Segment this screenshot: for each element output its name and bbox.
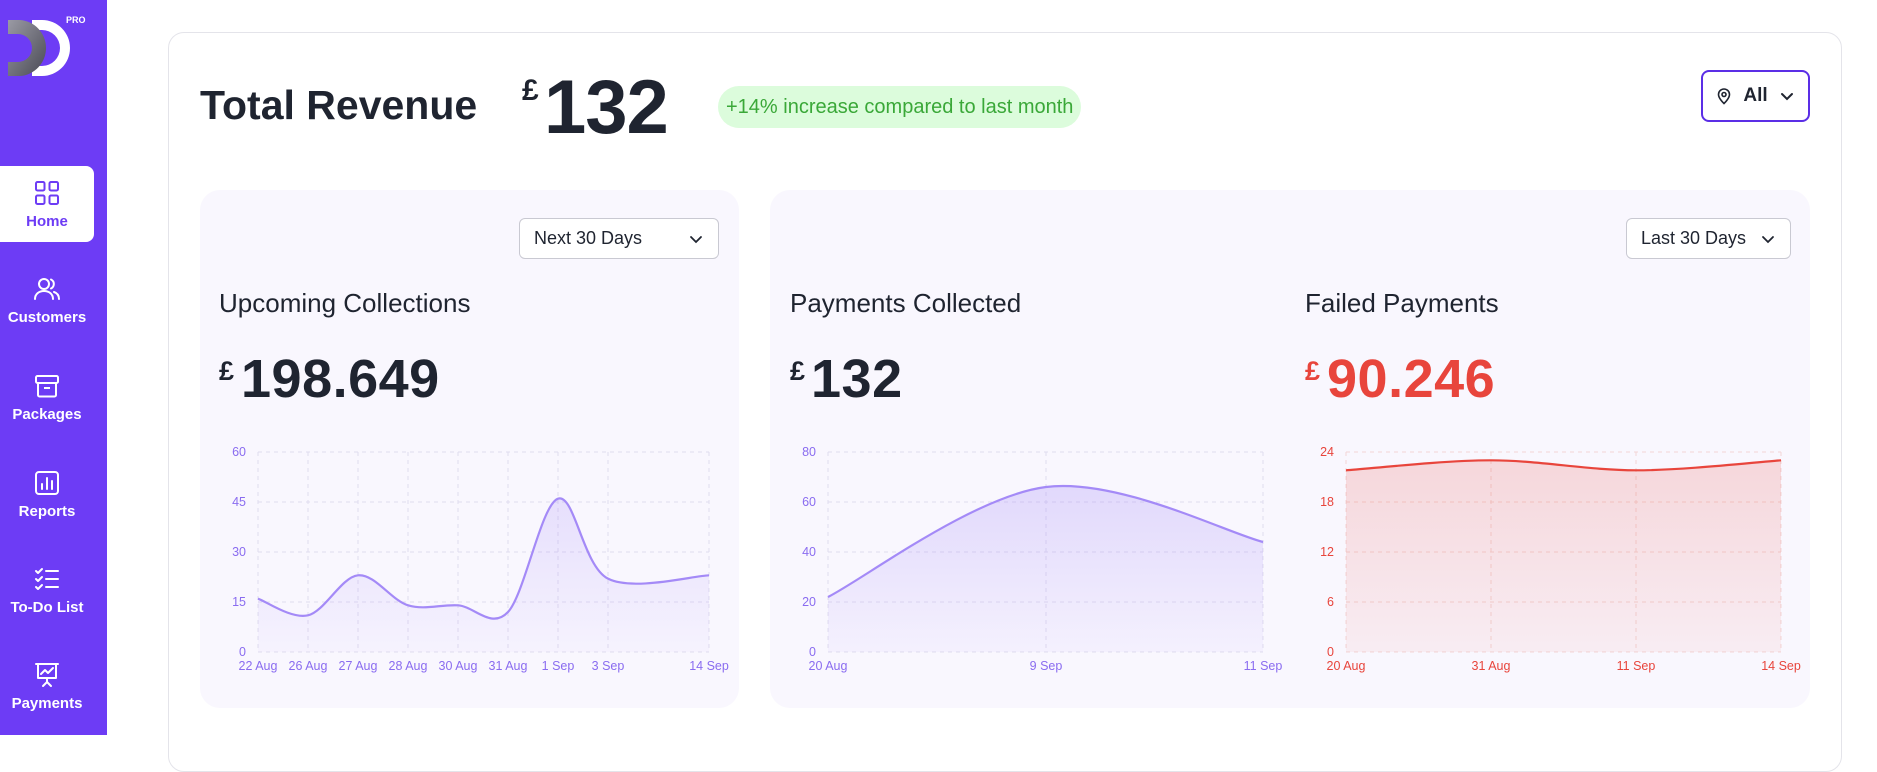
x-tick-label: 30 Aug [439, 659, 478, 673]
x-tick-label: 27 Aug [339, 659, 378, 673]
y-tick-label: 45 [232, 495, 246, 509]
chevron-down-icon [1762, 235, 1774, 243]
payments-collected-title: Payments Collected [790, 288, 1022, 318]
y-tick-label: 15 [232, 595, 246, 609]
collected-currency: £ [790, 356, 806, 386]
y-tick-label: 0 [239, 645, 246, 659]
x-tick-label: 31 Aug [489, 659, 528, 673]
x-tick-label: 28 Aug [389, 659, 428, 673]
x-tick-label: 14 Sep [689, 659, 729, 673]
payments-period-select[interactable]: Last 30 Days [1626, 218, 1791, 259]
x-tick-label: 22 Aug [239, 659, 278, 673]
x-tick-label: 26 Aug [289, 659, 328, 673]
y-tick-label: 30 [232, 545, 246, 559]
x-tick-label: 3 Sep [592, 659, 625, 673]
x-tick-label: 1 Sep [542, 659, 575, 673]
collected-value: 132 [811, 349, 903, 409]
failed-payments-title: Failed Payments [1305, 288, 1499, 318]
series-area [258, 498, 709, 652]
y-tick-label: 60 [232, 445, 246, 459]
failed-value: 90.246 [1327, 349, 1496, 409]
failed-currency: £ [1305, 356, 1321, 386]
payments-panel [770, 190, 1810, 708]
payments-period-label: Last 30 Days [1641, 228, 1747, 248]
